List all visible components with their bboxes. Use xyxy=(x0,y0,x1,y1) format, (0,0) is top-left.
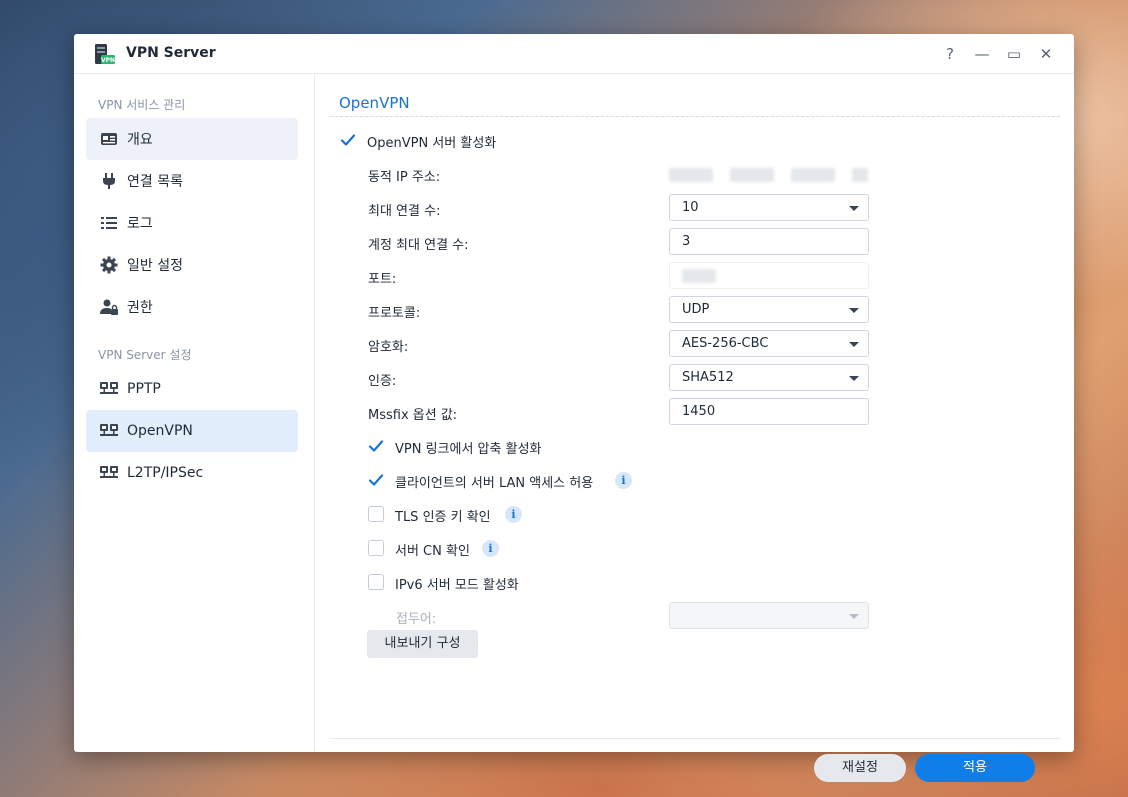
sidebar-group-vpn-server-settings: VPN Server 설정 xyxy=(98,348,192,362)
checkmark-icon xyxy=(368,474,384,486)
title-bar: VPN VPN Server ? — ▭ ✕ xyxy=(74,34,1074,74)
apply-button[interactable]: 적용 xyxy=(915,754,1035,782)
network-icon xyxy=(100,380,118,398)
server-cn-checkbox[interactable] xyxy=(368,540,384,556)
window-title: VPN Server xyxy=(126,45,216,61)
network-icon xyxy=(100,422,118,440)
mssfix-input[interactable]: 1450 xyxy=(669,398,869,425)
help-button[interactable]: ? xyxy=(939,43,961,65)
network-icon xyxy=(100,464,118,482)
dynamic-ip-octet-2 xyxy=(730,168,774,182)
account-max-connections-label: 계정 최대 연결 수: xyxy=(368,238,469,253)
enable-openvpn-checkbox[interactable] xyxy=(340,132,356,148)
chevron-down-icon xyxy=(849,308,859,313)
server-cn-label: 서버 CN 확인 xyxy=(395,544,470,559)
sidebar-item-label: PPTP xyxy=(127,381,161,397)
ipv6-label: IPv6 서버 모드 활성화 xyxy=(395,578,519,593)
authentication-select[interactable]: SHA512 xyxy=(669,364,869,391)
minimize-button[interactable]: — xyxy=(971,43,993,65)
prefix-select xyxy=(669,602,869,629)
user-lock-icon xyxy=(100,298,118,316)
vpn-server-window: VPN VPN Server ? — ▭ ✕ VPN 서비스 관리 개요 연결 … xyxy=(74,34,1074,782)
chevron-down-icon xyxy=(849,376,859,381)
account-max-connections-input[interactable]: 3 xyxy=(669,228,869,255)
sidebar-item-label: OpenVPN xyxy=(127,423,193,439)
reset-button[interactable]: 재설정 xyxy=(814,754,906,782)
port-value-redacted xyxy=(682,269,716,283)
dynamic-ip-octet-3 xyxy=(791,168,835,182)
lan-access-checkbox[interactable] xyxy=(368,472,384,488)
port-label: 포트: xyxy=(368,272,397,287)
encryption-select[interactable]: AES-256-CBC xyxy=(669,330,869,357)
dynamic-ip-label: 동적 IP 주소: xyxy=(368,170,441,185)
protocol-select[interactable]: UDP xyxy=(669,296,869,323)
encryption-value: AES-256-CBC xyxy=(682,336,769,351)
sidebar-item-label: 개요 xyxy=(127,132,153,148)
sidebar-item-label: 연결 목록 xyxy=(127,174,183,190)
max-connections-label: 최대 연결 수: xyxy=(368,204,441,219)
max-connections-value: 10 xyxy=(682,200,699,215)
tls-auth-checkbox[interactable] xyxy=(368,506,384,522)
sidebar: VPN 서비스 관리 개요 연결 목록 로그 일반 설정 권한 VPN Serv… xyxy=(74,74,315,752)
compression-checkbox[interactable] xyxy=(368,438,384,454)
chevron-down-icon xyxy=(849,206,859,211)
lan-access-info-icon[interactable]: i xyxy=(615,472,632,489)
protocol-value: UDP xyxy=(682,302,710,317)
sidebar-item-label: 권한 xyxy=(127,300,153,316)
sidebar-item-label: 일반 설정 xyxy=(127,258,183,274)
sidebar-item-pptp[interactable]: PPTP xyxy=(86,368,298,410)
dynamic-ip-octet-1 xyxy=(669,168,713,182)
vpn-server-app-icon: VPN xyxy=(95,44,115,64)
close-button[interactable]: ✕ xyxy=(1035,43,1057,65)
checkmark-icon xyxy=(340,134,356,146)
compression-label: VPN 링크에서 압축 활성화 xyxy=(395,442,542,457)
protocol-label: 프로토콜: xyxy=(368,306,421,321)
sidebar-item-overview[interactable]: 개요 xyxy=(86,118,298,160)
encryption-label: 암호화: xyxy=(368,340,409,355)
list-icon xyxy=(100,214,118,232)
main-panel: OpenVPN OpenVPN 서버 활성화 동적 IP 주소: 최대 연결 수… xyxy=(330,74,1060,782)
export-config-button[interactable]: 내보내기 구성 xyxy=(367,630,478,658)
sidebar-item-general-settings[interactable]: 일반 설정 xyxy=(86,244,298,286)
footer-divider xyxy=(330,738,1060,739)
max-connections-select[interactable]: 10 xyxy=(669,194,869,221)
authentication-label: 인증: xyxy=(368,374,397,389)
sidebar-item-openvpn[interactable]: OpenVPN xyxy=(86,410,298,452)
sidebar-item-label: L2TP/IPSec xyxy=(127,465,204,481)
dynamic-ip-octet-4 xyxy=(852,168,868,182)
sidebar-item-l2tp-ipsec[interactable]: L2TP/IPSec xyxy=(86,452,298,494)
overview-icon xyxy=(100,130,118,148)
sidebar-group-vpn-service: VPN 서비스 관리 xyxy=(98,98,186,112)
sidebar-item-permissions[interactable]: 권한 xyxy=(86,286,298,328)
sidebar-item-label: 로그 xyxy=(127,216,153,232)
maximize-button[interactable]: ▭ xyxy=(1003,43,1025,65)
app-icon-text: VPN xyxy=(101,57,115,64)
gear-icon xyxy=(100,256,118,274)
enable-openvpn-label: OpenVPN 서버 활성화 xyxy=(367,136,497,151)
mssfix-label: Mssfix 옵션 값: xyxy=(368,408,458,423)
sidebar-item-log[interactable]: 로그 xyxy=(86,202,298,244)
sidebar-item-connection-list[interactable]: 연결 목록 xyxy=(86,160,298,202)
checkmark-icon xyxy=(368,440,384,452)
server-cn-info-icon[interactable]: i xyxy=(482,540,499,557)
prefix-label: 접두어: xyxy=(396,612,437,627)
section-divider xyxy=(330,116,1060,117)
chevron-down-icon xyxy=(849,342,859,347)
section-title: OpenVPN xyxy=(339,94,410,112)
ipv6-checkbox[interactable] xyxy=(368,574,384,590)
tls-auth-info-icon[interactable]: i xyxy=(505,506,522,523)
tls-auth-label: TLS 인증 키 확인 xyxy=(395,510,491,525)
lan-access-label: 클라이언트의 서버 LAN 액세스 허용 xyxy=(395,476,594,491)
chevron-down-icon xyxy=(849,614,859,619)
authentication-value: SHA512 xyxy=(682,370,734,385)
port-input[interactable] xyxy=(669,262,869,289)
plug-icon xyxy=(100,172,118,190)
